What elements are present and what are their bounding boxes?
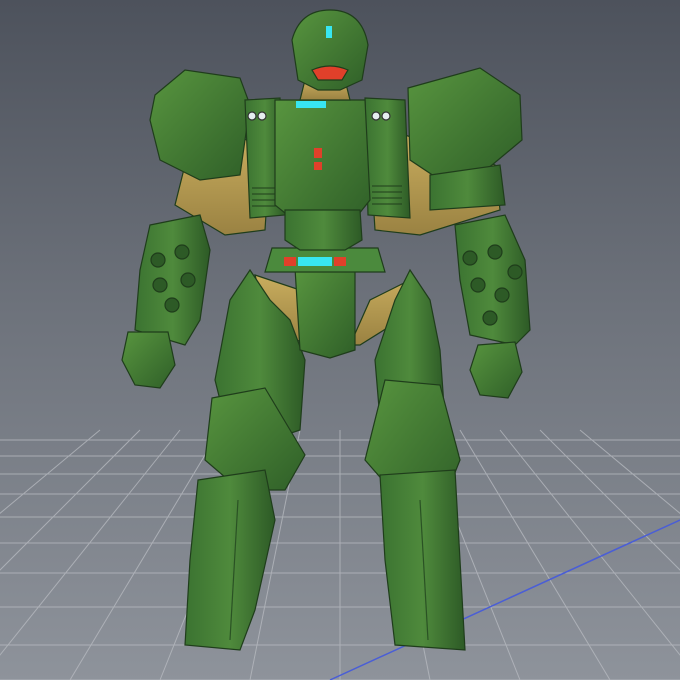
chest-indicator-red-top (314, 148, 322, 158)
chest-indicator-red-bottom (314, 162, 322, 170)
belt-light-cyan (298, 257, 332, 266)
right-shin (379, 469, 466, 651)
abdomen-plate (284, 209, 363, 251)
right-shoulder-armor (407, 67, 523, 181)
world-axis-line (329, 519, 680, 680)
scene (0, 9, 680, 680)
right-forearm (454, 214, 531, 346)
floor-grid (0, 429, 680, 680)
3d-viewport[interactable] (0, 0, 680, 680)
left-fist (121, 331, 176, 389)
belt-light-right-red (334, 257, 346, 266)
face-visor (311, 65, 349, 81)
groin-plate (294, 267, 356, 359)
chest-plate (274, 99, 371, 226)
right-fist (469, 341, 523, 399)
belt-light-left-red (284, 257, 296, 266)
left-forearm (134, 214, 211, 346)
left-shoulder-armor (149, 69, 251, 181)
robot-model[interactable] (121, 9, 531, 651)
chest-light-cyan (296, 101, 326, 108)
helmet-crest-light (326, 26, 332, 38)
